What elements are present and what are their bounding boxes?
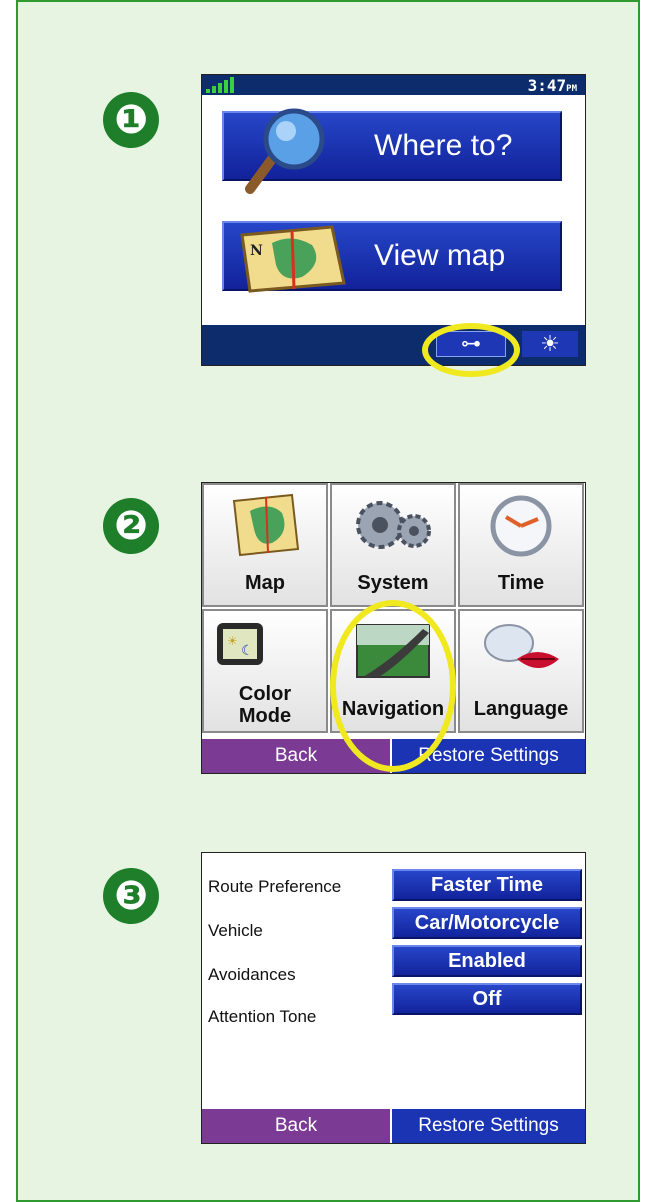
speech-lips-icon [460, 619, 582, 681]
route-preference-button[interactable]: Faster Time [392, 869, 582, 901]
clock-icon [460, 493, 582, 559]
gears-icon [332, 493, 454, 559]
view-map-label: View map [374, 239, 506, 272]
step-2-badge: ❷ [103, 498, 159, 554]
brightness-button[interactable]: ☀ [522, 331, 578, 357]
attention-tone-button[interactable]: Off [392, 983, 582, 1015]
status-bar: 3:47PM [202, 75, 585, 95]
highlight-ring-tools [422, 323, 520, 377]
step-3-badge: ❸ [103, 868, 159, 924]
tile-color-mode[interactable]: ☀ ☾ Color Mode [202, 609, 328, 733]
map-icon [204, 493, 326, 559]
clock-display: 3:47PM [527, 76, 577, 95]
color-mode-icon: ☀ ☾ [202, 619, 326, 669]
attention-tone-label: Attention Tone [208, 1007, 317, 1026]
svg-text:☀: ☀ [227, 634, 238, 648]
sun-icon: ☀ [540, 331, 560, 356]
avoidances-label: Avoidances [208, 965, 296, 984]
where-to-button[interactable]: Where to? [222, 108, 562, 194]
avoidances-button[interactable]: Enabled [392, 945, 582, 977]
highlight-ring-navigation [330, 600, 456, 772]
main-menu-screen: 3:47PM Where to? N View map ⊶ ☀ [201, 74, 586, 366]
svg-text:N: N [250, 243, 263, 259]
view-map-button[interactable]: N View map [222, 221, 562, 293]
tile-system[interactable]: System [330, 483, 456, 607]
magnifier-icon [232, 107, 352, 202]
tile-language[interactable]: Language [458, 609, 584, 733]
step-1-badge: ❶ [103, 92, 159, 148]
bottom-bar: ⊶ ☀ [202, 325, 585, 365]
tile-map[interactable]: Map [202, 483, 328, 607]
gps-signal-icon [206, 77, 234, 93]
restore-settings-button[interactable]: Restore Settings [392, 1109, 585, 1143]
route-preference-label: Route Preference [208, 877, 342, 896]
tile-time[interactable]: Time [458, 483, 584, 607]
where-to-label: Where to? [374, 129, 513, 162]
map-icon: N [232, 223, 352, 300]
back-button[interactable]: Back [202, 1109, 390, 1143]
svg-text:☾: ☾ [241, 642, 254, 658]
vehicle-button[interactable]: Car/Motorcycle [392, 907, 582, 939]
navigation-settings-screen: Route Preference Faster Time Vehicle Car… [201, 852, 586, 1144]
vehicle-label: Vehicle [208, 921, 263, 940]
